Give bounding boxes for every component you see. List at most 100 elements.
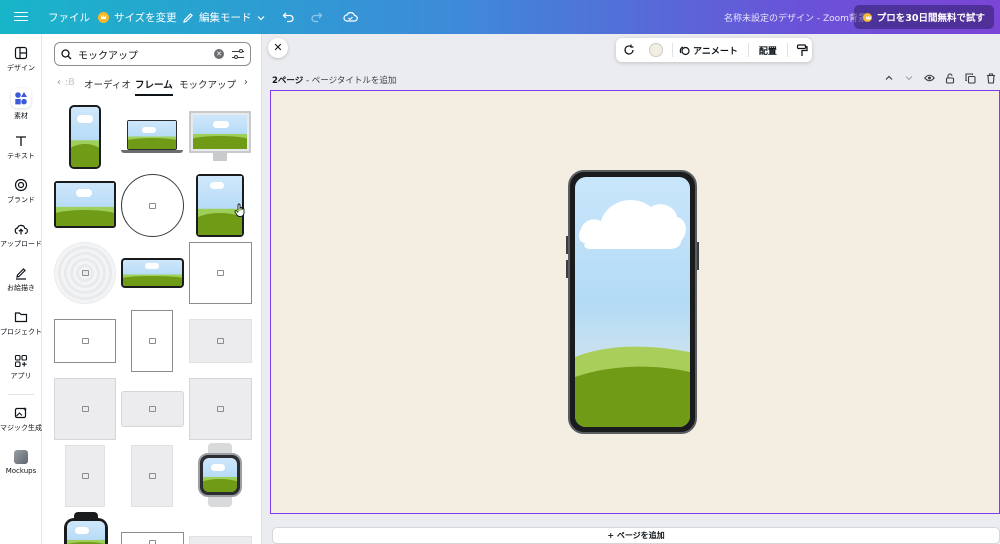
toolbar-divider: [672, 43, 673, 57]
frame-paper-square-thumb[interactable]: [54, 378, 116, 440]
hand-cursor-icon: [234, 203, 245, 217]
frame-rect-landscape-thumb[interactable]: [54, 319, 116, 363]
frame-paper-square-2-thumb[interactable]: [189, 378, 252, 440]
frame-circle-thumb[interactable]: [121, 174, 184, 237]
frame-watch-thumb[interactable]: [196, 443, 244, 507]
frame-paper-landscape-thumb[interactable]: [189, 319, 252, 363]
rail-label: お絵描き: [7, 284, 35, 292]
undo-icon[interactable]: [282, 10, 295, 23]
upload-cloud-icon: [14, 222, 28, 236]
edit-mode-button[interactable]: 編集モード: [182, 10, 265, 25]
frame-partial-2-thumb[interactable]: [189, 536, 252, 544]
try-pro-button[interactable]: プロを30日間無料で試す: [853, 5, 994, 29]
rail-label: デザイン: [7, 64, 35, 72]
phone-side-button: [566, 236, 568, 254]
duplicate-icon[interactable]: [965, 73, 976, 84]
page-number: 2ページ: [272, 76, 304, 86]
phone-screen: [575, 177, 690, 427]
search-icon: [61, 48, 72, 59]
cloud-sync-icon[interactable]: [343, 10, 358, 23]
layout-icon: [14, 46, 28, 60]
rail-label: ブランド: [7, 196, 35, 204]
toolbar-divider: [747, 43, 749, 57]
frame-paper-wide-thumb[interactable]: [121, 391, 184, 427]
frame-tablet-portrait-thumb[interactable]: [196, 174, 245, 237]
rail-item-projects[interactable]: プロジェクト: [0, 310, 42, 337]
phone-side-button: [566, 260, 568, 278]
crown-icon: [98, 12, 109, 23]
frame-circle-texture-thumb[interactable]: [54, 242, 116, 304]
filter-sliders-icon[interactable]: [232, 48, 244, 60]
tab-mockups[interactable]: モックアップ: [179, 77, 236, 91]
rail-item-magic[interactable]: マジック生成: [0, 406, 42, 433]
menu-icon[interactable]: [14, 9, 28, 23]
shapes-icon: [11, 88, 31, 108]
rail-item-draw[interactable]: お絵描き: [0, 266, 42, 293]
edit-mode-label: 編集モード: [199, 12, 252, 24]
file-menu[interactable]: ファイル: [48, 10, 90, 25]
eye-icon[interactable]: [924, 73, 935, 83]
frame-paper-portrait-thumb[interactable]: [65, 445, 105, 507]
frame-phone-landscape-thumb[interactable]: [121, 258, 184, 288]
rail-label: テキスト: [7, 152, 35, 160]
frame-partial-thumb[interactable]: [121, 532, 184, 544]
clear-search-icon[interactable]: ✕: [214, 49, 224, 59]
resize-button[interactable]: サイズを変更: [98, 10, 177, 25]
document-title[interactable]: 名称未設定のデザイン - Zoom背景: [724, 11, 867, 24]
toolbar-divider: [786, 43, 788, 57]
search-input[interactable]: モックアップ ✕: [54, 42, 251, 66]
close-icon[interactable]: ✕: [268, 38, 288, 58]
rail-item-mockups[interactable]: Mockups: [0, 450, 42, 475]
mockups-app-icon: [14, 450, 28, 464]
rail-item-uploads[interactable]: アップロード: [0, 222, 42, 249]
phone-side-button: [697, 242, 699, 270]
rail-label: マジック生成: [0, 424, 42, 432]
text-icon: [14, 134, 28, 148]
rail-divider: [8, 394, 34, 395]
tab-audio[interactable]: オーディオ: [84, 77, 131, 91]
redo-icon[interactable]: [310, 10, 323, 23]
rail-label: 素材: [14, 112, 28, 120]
frame-paper-portrait-2-thumb[interactable]: [131, 445, 173, 507]
frame-monitor-thumb[interactable]: [189, 111, 251, 165]
context-toolbar: アニメート 配置: [616, 38, 812, 62]
tabs-next-icon[interactable]: ›: [244, 77, 248, 88]
rail-item-text[interactable]: テキスト: [0, 134, 42, 161]
frame-laptop-thumb[interactable]: [121, 120, 183, 154]
arrange-button[interactable]: 配置: [759, 44, 777, 57]
replace-rotate-icon[interactable]: [623, 44, 635, 56]
phone-mockup[interactable]: [566, 170, 699, 434]
rail-item-elements[interactable]: 素材: [0, 88, 42, 121]
try-pro-label: プロを30日間無料で試す: [876, 13, 985, 24]
rail-item-brand[interactable]: ブランド: [0, 178, 42, 205]
tab-frames[interactable]: フレーム: [135, 77, 173, 96]
rail-item-design[interactable]: デザイン: [0, 46, 42, 73]
frame-square-thumb[interactable]: [189, 242, 252, 304]
trash-icon[interactable]: [986, 73, 996, 84]
tabs-prev-icon[interactable]: ‹: [57, 77, 61, 88]
frame-rect-portrait-thumb[interactable]: [131, 310, 173, 372]
frame-tablet-landscape-thumb[interactable]: [54, 181, 116, 228]
rail-label: プロジェクト: [0, 328, 42, 336]
frame-phone-thumb[interactable]: [69, 105, 101, 169]
category-tabs: ‹ :B オーディオ フレーム モックアップ ›: [54, 74, 254, 96]
elements-panel: モックアップ ✕ ‹ :B オーディオ フレーム モックアップ ›: [42, 34, 262, 544]
landscape-illustration: [575, 199, 690, 427]
chevron-up-icon[interactable]: [884, 73, 894, 83]
file-label: ファイル: [48, 12, 90, 24]
crown-icon: [862, 12, 872, 22]
add-page-button[interactable]: + ページを追加: [272, 527, 1000, 544]
rail-item-apps[interactable]: アプリ: [0, 354, 42, 381]
brand-icon: [14, 178, 28, 192]
pencil-icon: [183, 12, 193, 23]
draw-pen-icon: [14, 266, 28, 280]
chevron-down-icon[interactable]: [904, 73, 914, 83]
frame-watch-black-thumb[interactable]: [62, 512, 110, 544]
apps-grid-icon: [14, 354, 28, 368]
color-swatch[interactable]: [649, 43, 663, 57]
paint-roller-icon[interactable]: [796, 43, 808, 57]
unlock-icon[interactable]: [945, 73, 955, 84]
page-title-input[interactable]: ページタイトルを追加: [312, 76, 397, 86]
rail-label: アプリ: [10, 372, 32, 380]
animate-button[interactable]: アニメート: [693, 44, 738, 57]
